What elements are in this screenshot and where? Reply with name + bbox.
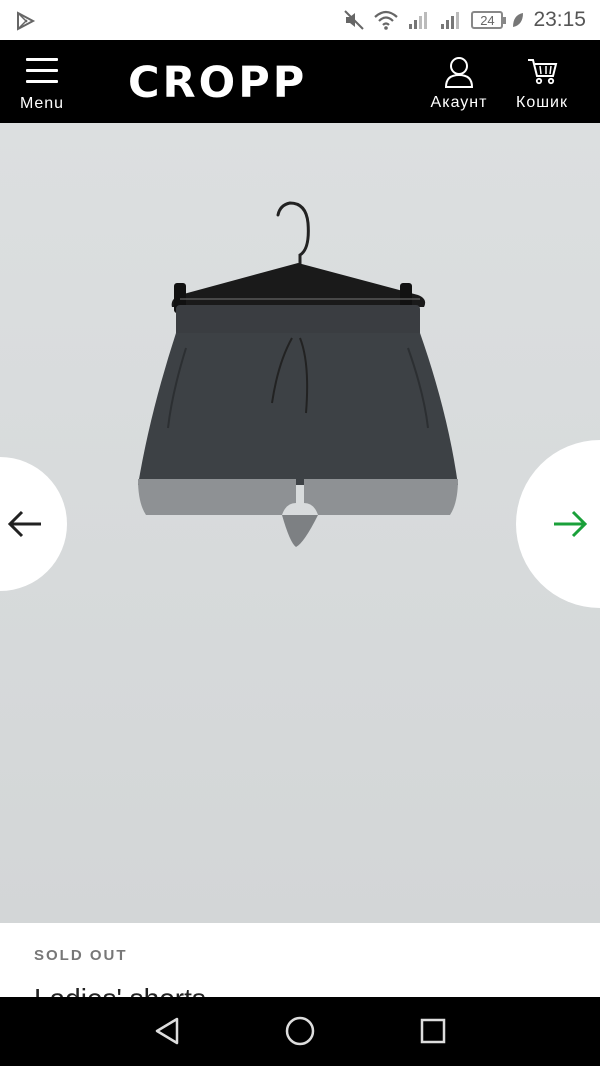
- arrow-left-icon: [7, 510, 41, 538]
- back-icon[interactable]: [147, 1011, 187, 1051]
- user-icon: [444, 57, 474, 88]
- stock-status-badge: SOLD OUT: [34, 947, 128, 964]
- signal-icon-2: [441, 12, 460, 29]
- menu-button[interactable]: Menu: [20, 56, 70, 116]
- product-image-shorts: [138, 201, 458, 547]
- product-info: SOLD OUT Ladies' shorts: [0, 923, 600, 997]
- hamburger-icon: [26, 58, 58, 91]
- signal-icon-1: [409, 12, 428, 29]
- account-label: Акаунт: [430, 94, 488, 111]
- clock: 23:15: [533, 8, 586, 31]
- account-button[interactable]: Акаунт: [427, 56, 491, 116]
- home-icon[interactable]: [280, 1011, 320, 1051]
- recent-apps-icon[interactable]: [413, 1011, 453, 1051]
- status-bar: 24 23:15: [0, 0, 600, 40]
- system-navigation-bar: [0, 997, 600, 1066]
- battery-level: 24: [480, 12, 495, 28]
- mute-icon: [344, 10, 365, 30]
- menu-label: Menu: [20, 95, 65, 112]
- arrow-right-icon: [554, 510, 588, 538]
- product-title: Ladies' shorts: [34, 983, 206, 997]
- battery-icon: 24: [471, 11, 507, 29]
- product-gallery[interactable]: [0, 123, 600, 923]
- cart-icon: [528, 59, 558, 85]
- cart-button[interactable]: Кошик: [512, 56, 572, 116]
- wifi-icon: [374, 10, 399, 30]
- play-store-icon: [17, 11, 36, 31]
- site-header: Menu CROPP Акаунт Кошик: [0, 40, 600, 123]
- leaf-icon: [513, 13, 524, 27]
- cart-label: Кошик: [516, 94, 568, 111]
- brand-logo[interactable]: CROPP: [128, 58, 307, 108]
